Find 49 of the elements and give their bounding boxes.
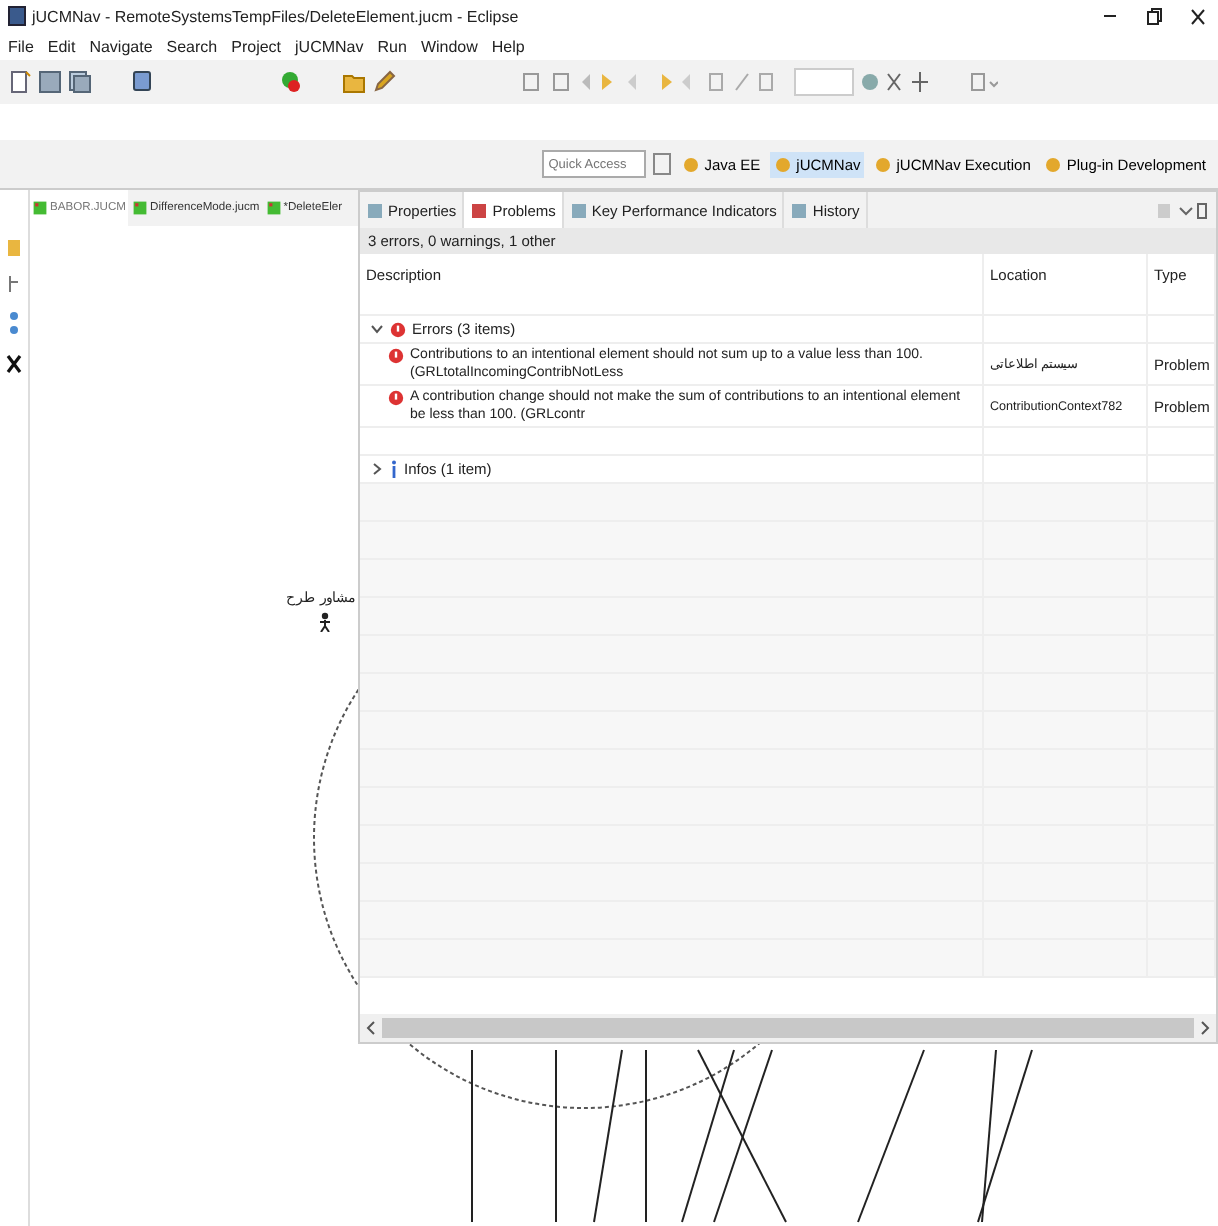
app-icon (8, 6, 26, 26)
view-icon (470, 201, 489, 219)
view-menu-icon[interactable] (1156, 202, 1208, 220)
actor-icon (318, 612, 332, 632)
menu-item[interactable]: Window (420, 37, 478, 55)
folder-icon[interactable] (342, 70, 366, 94)
diagram-file-icon (265, 200, 282, 216)
menu-item[interactable]: Edit (47, 37, 76, 55)
horizontal-scrollbar[interactable] (360, 1014, 1216, 1042)
perspective-icon (682, 155, 701, 173)
menu-item[interactable]: Run (377, 37, 407, 55)
restore-icon[interactable] (1146, 7, 1162, 25)
scroll-left-icon[interactable] (366, 1020, 376, 1036)
window-title: jUCMNav - RemoteSystemsTempFiles/DeleteElement.jucm - Eclipse (32, 7, 519, 25)
open-perspective-icon[interactable] (652, 152, 673, 176)
menu-item[interactable]: Search (166, 37, 218, 55)
perspective-icon (1044, 155, 1063, 173)
error-icon (390, 321, 406, 337)
error-icon (388, 390, 404, 406)
outline-icon[interactable] (6, 274, 22, 294)
diagram-file-icon (132, 200, 149, 216)
monitor-icon[interactable] (130, 70, 154, 94)
save-all-icon[interactable] (68, 70, 92, 94)
menu-item[interactable]: Project (231, 37, 282, 55)
perspective-icon (874, 155, 893, 173)
run-icon[interactable] (280, 70, 304, 94)
diagram-file-icon (32, 200, 48, 216)
menu-item[interactable]: Help (491, 37, 525, 55)
scroll-thumb[interactable] (382, 1018, 1194, 1038)
dropdown-icon[interactable] (970, 70, 998, 94)
view-icon (569, 201, 588, 219)
save-icon[interactable] (38, 70, 62, 94)
combo-field[interactable] (794, 68, 854, 96)
menu-item[interactable]: File (8, 37, 34, 55)
view-icon (366, 201, 384, 219)
close-icon[interactable] (1190, 7, 1206, 25)
expander-icon[interactable] (370, 462, 384, 476)
expander-icon[interactable] (370, 322, 384, 336)
error-icon (388, 348, 404, 364)
tools-icon[interactable] (860, 70, 932, 94)
new-file-icon[interactable] (8, 70, 32, 94)
scroll-right-icon[interactable] (1200, 1020, 1210, 1036)
menu-item[interactable]: Navigate (89, 37, 153, 55)
pencil-icon[interactable] (372, 70, 396, 94)
perspective-icon (774, 155, 793, 173)
cross-icon[interactable] (6, 354, 22, 374)
view-icon (790, 201, 809, 219)
info-icon (390, 460, 398, 478)
menu-item[interactable]: jUCMNav (295, 37, 364, 55)
